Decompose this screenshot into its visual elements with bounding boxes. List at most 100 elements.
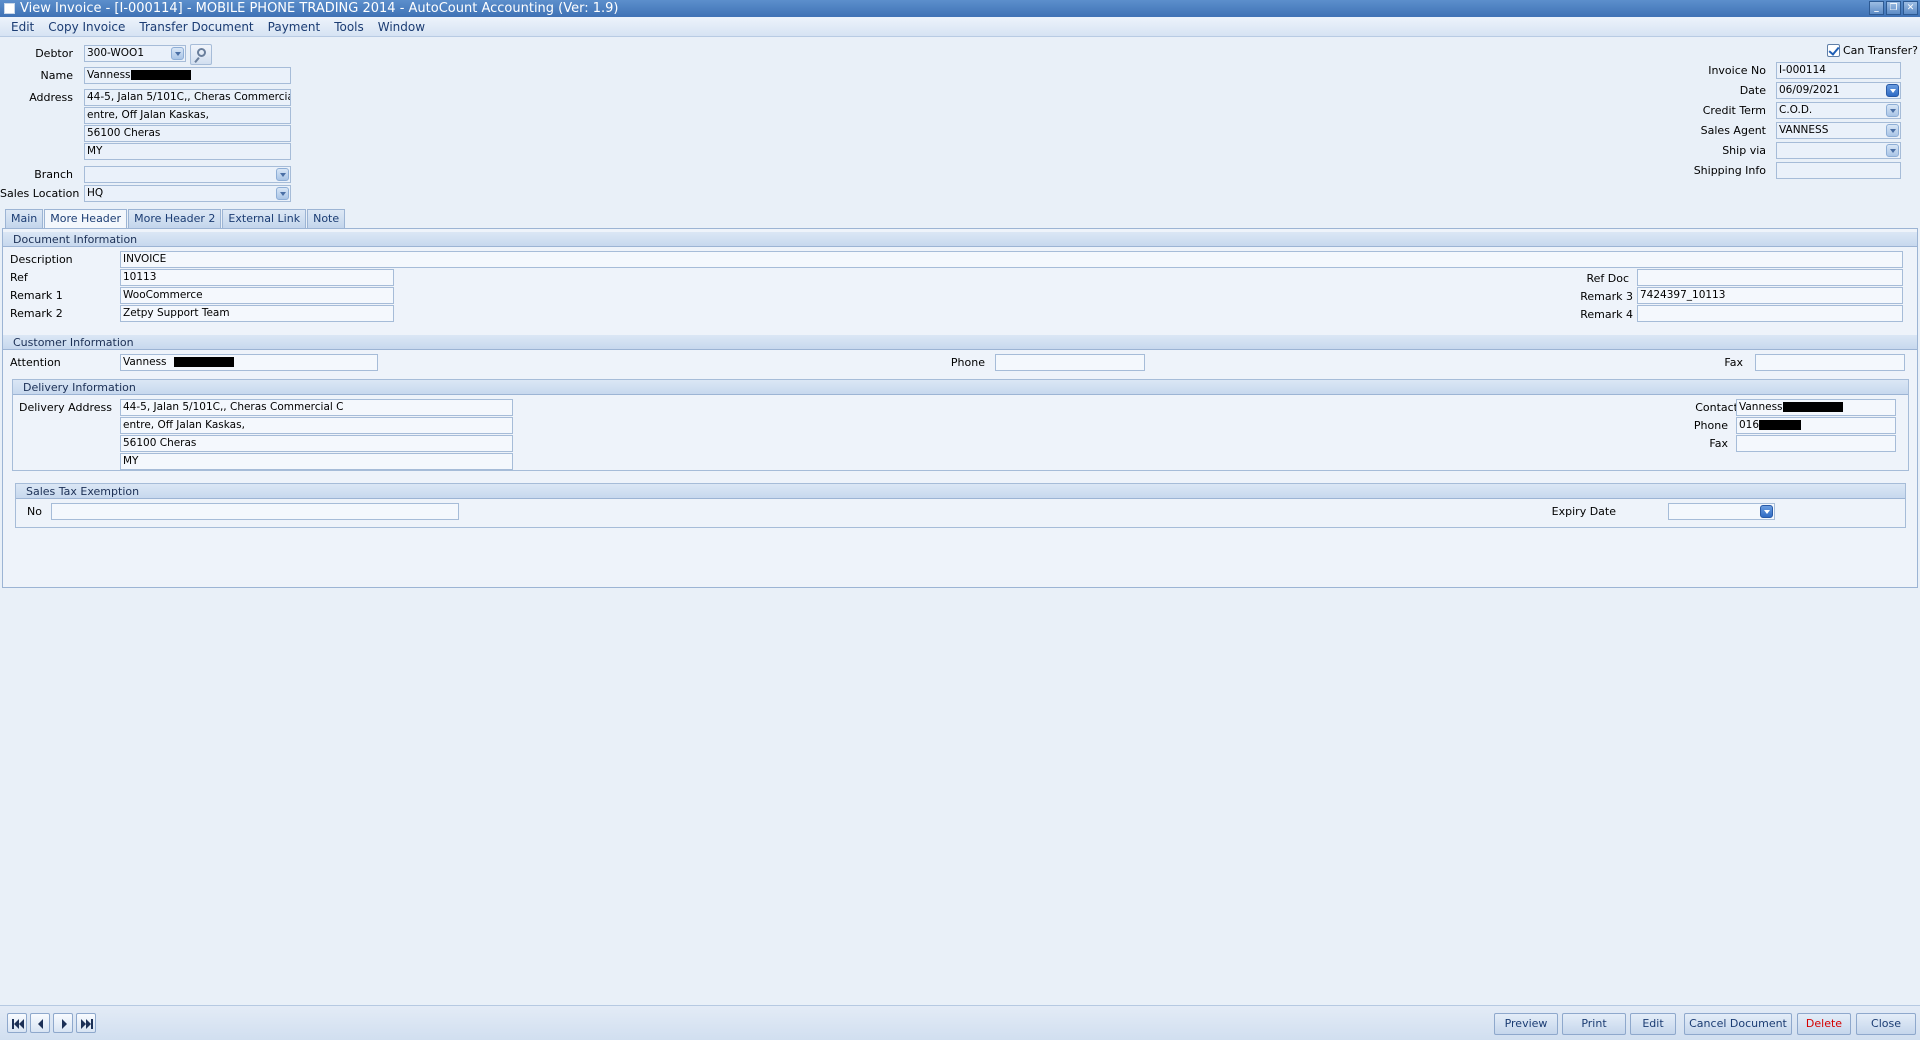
date-label: Date <box>1739 84 1766 97</box>
delivery-phone-field[interactable]: 016 <box>1736 417 1896 434</box>
calendar-dropdown-icon[interactable] <box>1760 505 1773 518</box>
customer-phone-field[interactable] <box>995 354 1145 371</box>
cancel-document-button[interactable]: Cancel Document <box>1684 1013 1792 1035</box>
tab-more-header-2[interactable]: More Header 2 <box>128 209 222 228</box>
debtor-dropdown-icon[interactable] <box>171 47 184 60</box>
customer-fax-field[interactable] <box>1755 354 1905 371</box>
delivery-address-line-1[interactable]: 44-5, Jalan 5/101C,, Cheras Commercial C <box>120 399 513 416</box>
ship-via-dropdown-icon[interactable] <box>1886 144 1899 157</box>
first-record-button[interactable] <box>7 1013 27 1033</box>
sales-agent-value: VANNESS <box>1779 124 1829 136</box>
more-header-panel: Document Information Description INVOICE… <box>2 228 1918 588</box>
delivery-address-line-2[interactable]: entre, Off Jalan Kaskas, <box>120 417 513 434</box>
remark1-field[interactable]: WooCommerce <box>120 287 394 304</box>
tax-no-field[interactable] <box>51 503 459 520</box>
delivery-address-line-3[interactable]: 56100 Cheras <box>120 435 513 452</box>
can-transfer-label: Can Transfer? <box>1843 44 1918 57</box>
calendar-dropdown-icon[interactable] <box>1886 84 1899 97</box>
menu-window[interactable]: Window <box>371 17 432 37</box>
credit-term-value: C.O.D. <box>1779 104 1813 116</box>
redacted-block <box>130 70 191 80</box>
close-icon[interactable]: ✕ <box>1903 1 1918 15</box>
sales-agent-field[interactable]: VANNESS <box>1776 122 1901 139</box>
ref-doc-label: Ref Doc <box>1586 272 1629 285</box>
date-field[interactable]: 06/09/2021 <box>1776 82 1901 99</box>
can-transfer-checkbox[interactable] <box>1827 44 1840 57</box>
branch-label: Branch <box>34 168 73 181</box>
next-record-button[interactable] <box>53 1013 73 1033</box>
attention-label: Attention <box>10 356 61 369</box>
address-line-3[interactable]: 56100 Cheras <box>84 125 291 142</box>
tab-note[interactable]: Note <box>307 209 346 228</box>
delivery-address-line-4[interactable]: MY <box>120 453 513 470</box>
tab-main[interactable]: Main <box>5 209 44 228</box>
ref-field[interactable]: 10113 <box>120 269 394 286</box>
search-icon <box>197 48 206 57</box>
invoice-no-field[interactable]: I-000114 <box>1776 62 1901 79</box>
contact-field[interactable]: Vanness <box>1736 399 1896 416</box>
remark4-field[interactable] <box>1637 305 1903 322</box>
remark3-label: Remark 3 <box>1580 290 1633 303</box>
expiry-date-field[interactable] <box>1668 503 1775 520</box>
sales-location-field[interactable]: HQ <box>84 185 291 202</box>
address-line-2[interactable]: entre, Off Jalan Kaskas, <box>84 107 291 124</box>
remark1-label: Remark 1 <box>10 289 63 302</box>
name-field[interactable]: Vanness <box>84 67 291 84</box>
window-title-bar: View Invoice - [I-000114] - MOBILE PHONE… <box>0 0 1920 17</box>
tax-no-label: No <box>27 505 42 518</box>
branch-dropdown-icon[interactable] <box>276 168 289 181</box>
ship-via-label: Ship via <box>1722 144 1766 157</box>
delivery-fax-field[interactable] <box>1736 435 1896 452</box>
contact-label: Contact <box>1695 401 1738 414</box>
delete-button[interactable]: Delete <box>1797 1013 1851 1035</box>
address-label: Address <box>29 91 73 104</box>
shipping-info-label: Shipping Info <box>1693 164 1766 177</box>
tax-exemption-box: Sales Tax Exemption No Expiry Date <box>15 483 1906 528</box>
ref-doc-field[interactable] <box>1637 269 1903 286</box>
preview-button[interactable]: Preview <box>1494 1013 1558 1035</box>
ship-via-field[interactable] <box>1776 142 1901 159</box>
tab-strip: Main More Header More Header 2 External … <box>5 209 346 229</box>
menu-transfer-document[interactable]: Transfer Document <box>132 17 260 37</box>
tab-external-link[interactable]: External Link <box>222 209 307 228</box>
restore-icon[interactable]: ❐ <box>1886 1 1901 15</box>
customer-phone-label: Phone <box>950 356 985 369</box>
remark4-label: Remark 4 <box>1580 308 1633 321</box>
menu-copy-invoice[interactable]: Copy Invoice <box>41 17 132 37</box>
delivery-info-box: Delivery Information Delivery Address 44… <box>12 379 1909 471</box>
debtor-search-button[interactable] <box>190 44 212 65</box>
last-record-button[interactable] <box>76 1013 96 1033</box>
tab-more-header[interactable]: More Header <box>44 209 128 229</box>
credit-term-field[interactable]: C.O.D. <box>1776 102 1901 119</box>
menu-edit[interactable]: Edit <box>4 17 41 37</box>
invoice-no-label: Invoice No <box>1708 64 1766 77</box>
delivery-address-label: Delivery Address <box>19 401 112 414</box>
minimize-icon[interactable]: _ <box>1869 1 1884 15</box>
address-line-4[interactable]: MY <box>84 143 291 160</box>
sales-agent-dropdown-icon[interactable] <box>1886 124 1899 137</box>
shipping-info-field[interactable] <box>1776 162 1901 179</box>
customer-info-header: Customer Information <box>3 335 1917 350</box>
previous-record-button[interactable] <box>30 1013 50 1033</box>
remark2-field[interactable]: Zetpy Support Team <box>120 305 394 322</box>
customer-fax-label: Fax <box>1724 356 1743 369</box>
address-line-1[interactable]: 44-5, Jalan 5/101C,, Cheras Commercial C <box>84 89 291 106</box>
sales-agent-label: Sales Agent <box>1700 124 1766 137</box>
sales-location-dropdown-icon[interactable] <box>276 187 289 200</box>
menu-tools[interactable]: Tools <box>327 17 371 37</box>
branch-field[interactable] <box>84 166 291 183</box>
debtor-field[interactable]: 300-WOO1 <box>84 45 186 62</box>
description-field[interactable]: INVOICE <box>120 251 1903 268</box>
expiry-date-label: Expiry Date <box>1551 505 1616 518</box>
remark2-label: Remark 2 <box>10 307 63 320</box>
description-label: Description <box>10 253 73 266</box>
menu-payment[interactable]: Payment <box>261 17 328 37</box>
attention-field[interactable]: Vanness <box>120 354 378 371</box>
debtor-label: Debtor <box>35 47 73 60</box>
delivery-phone-label: Phone <box>1693 419 1728 432</box>
print-button[interactable]: Print <box>1562 1013 1626 1035</box>
edit-button[interactable]: Edit <box>1630 1013 1676 1035</box>
close-button[interactable]: Close <box>1856 1013 1916 1035</box>
credit-term-dropdown-icon[interactable] <box>1886 104 1899 117</box>
remark3-field[interactable]: 7424397_10113 <box>1637 287 1903 304</box>
